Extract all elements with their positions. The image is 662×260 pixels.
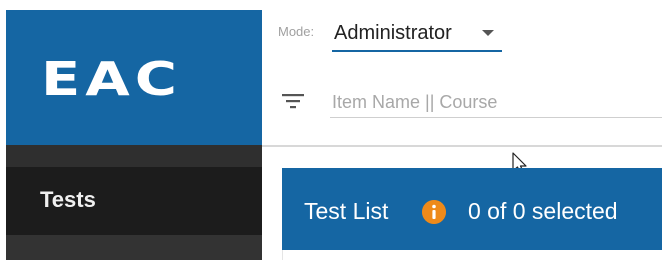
filter-icon[interactable] (282, 92, 304, 110)
sidebar-spacer (6, 145, 262, 167)
sidebar-item-tests[interactable]: Tests (6, 167, 262, 235)
search-input[interactable] (330, 88, 662, 118)
main-content: Mode: Administrator Test List 0 of 0 sel… (262, 10, 662, 260)
info-icon[interactable] (422, 200, 446, 224)
eac-logo: EAC (41, 52, 182, 106)
mode-select-value: Administrator (334, 22, 452, 44)
mode-label: Mode: (278, 24, 315, 39)
mode-select[interactable]: Administrator (332, 18, 502, 52)
logo-area: EAC (6, 10, 262, 145)
sidebar: EAC Tests (6, 10, 262, 260)
caret-down-icon (482, 30, 494, 36)
test-list-body (282, 250, 662, 260)
selection-count: 0 of 0 selected (468, 198, 618, 224)
test-list-title: Test List (304, 198, 389, 224)
app-root: EAC Tests Mode: Administrator Test List (0, 0, 662, 260)
test-list-header: Test List 0 of 0 selected (282, 168, 662, 250)
sidebar-item-label: Tests (40, 187, 96, 212)
sidebar-lower-area (6, 235, 262, 260)
header-divider (262, 145, 662, 147)
